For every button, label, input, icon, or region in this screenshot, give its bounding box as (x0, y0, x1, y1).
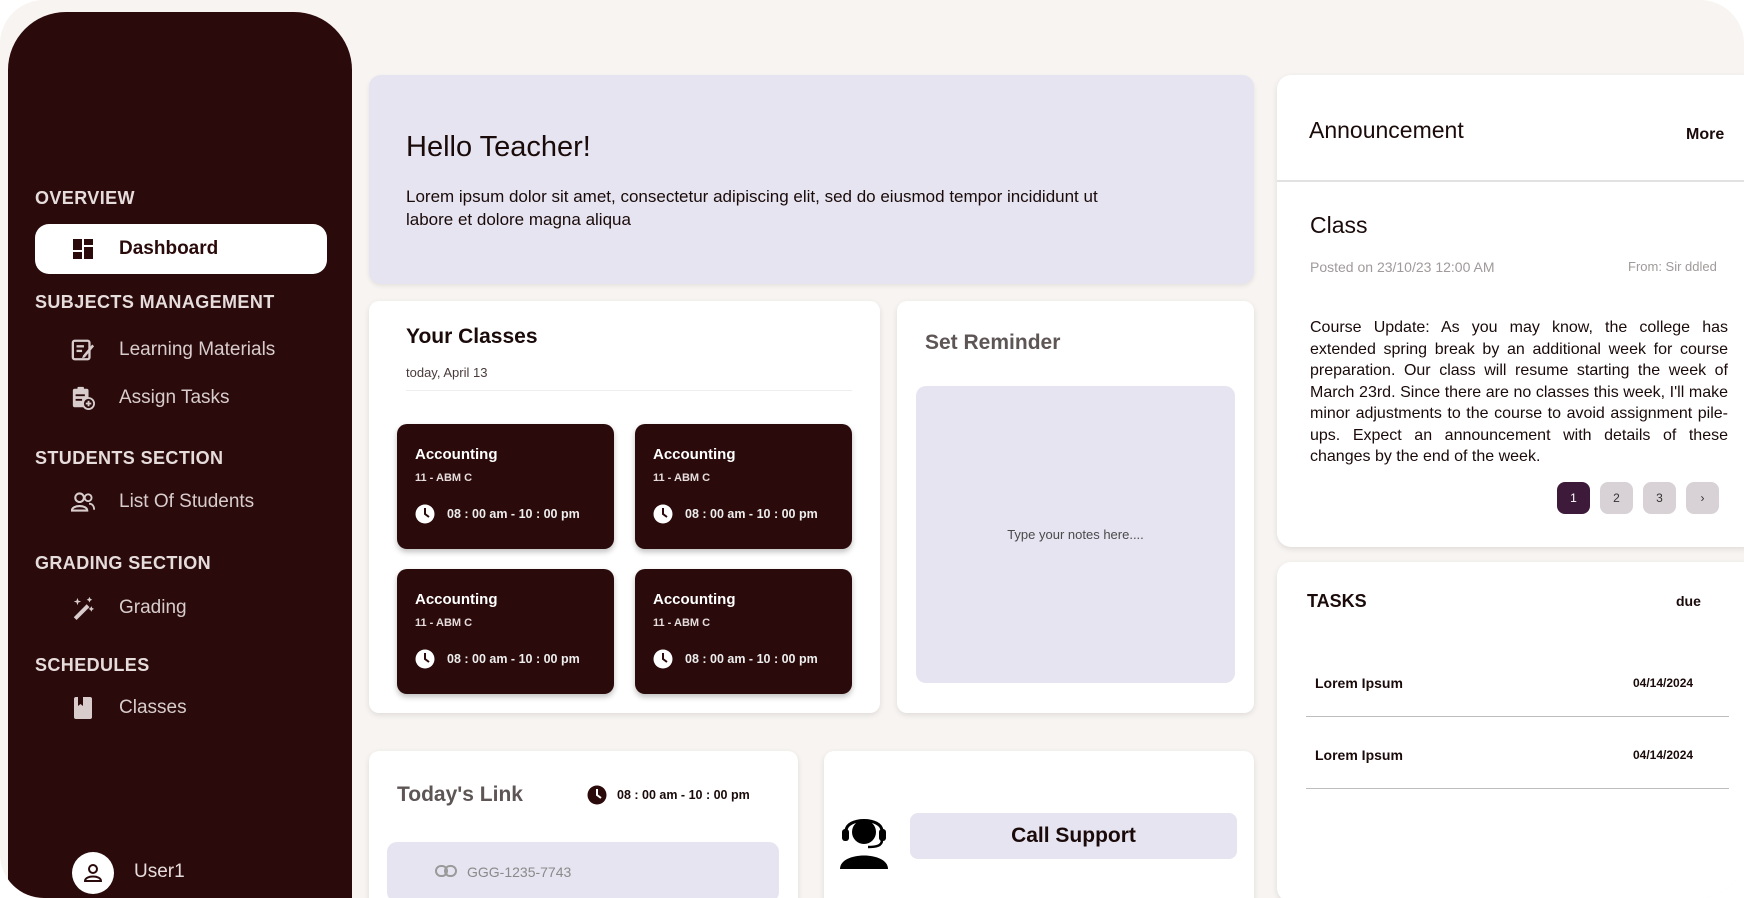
reminder-card: Set Reminder Type your notes here.... (897, 301, 1254, 713)
user-icon (83, 864, 103, 882)
headset-support-icon (840, 819, 888, 869)
call-support-button[interactable]: Call Support (910, 813, 1237, 859)
class-section: 11 - ABM C (415, 617, 473, 629)
sidebar-item-learning-materials[interactable]: Learning Materials (35, 325, 327, 375)
announcement-posted: Posted on 23/10/23 12:00 AM (1310, 259, 1495, 275)
class-name: Accounting (415, 591, 498, 608)
class-section: 11 - ABM C (653, 472, 711, 484)
app-frame: OVERVIEW Dashboard SUBJECTS MANAGEMENT L… (0, 0, 1744, 898)
divider (406, 390, 852, 391)
todays-link-card: Today's Link 08 : 00 am - 10 : 00 pm GGG… (369, 751, 798, 898)
class-card[interactable]: Accounting 11 - ABM C 08 : 00 am - 10 : … (397, 424, 614, 549)
section-subjects: SUBJECTS MANAGEMENT (35, 292, 275, 312)
welcome-title: Hello Teacher! (406, 131, 591, 163)
more-link[interactable]: More (1686, 126, 1724, 144)
section-grading: GRADING SECTION (35, 553, 212, 573)
welcome-text: Lorem ipsum dolor sit amet, consectetur … (406, 187, 1098, 229)
sidebar-item-label: Assign Tasks (119, 387, 230, 408)
link-icon (435, 865, 457, 877)
announcement-card: Announcement More Class Posted on 23/10/… (1277, 75, 1744, 547)
clock-icon (415, 649, 435, 669)
sidebar-item-list-of-students[interactable]: List Of Students (35, 477, 327, 527)
task-due: 04/14/2024 (1633, 748, 1694, 762)
book-icon (71, 696, 95, 720)
clock-icon (653, 649, 673, 669)
task-name: Lorem Ipsum (1315, 747, 1403, 763)
magic-wand-icon (71, 596, 95, 620)
meeting-link-field[interactable]: GGG-1235-7743 (387, 842, 779, 898)
clock-icon (653, 504, 673, 524)
page-button-2[interactable]: 2 (1600, 482, 1633, 514)
tasks-title: TASKS (1307, 591, 1367, 611)
task-name: Lorem Ipsum (1315, 675, 1403, 691)
announcement-from: From: Sir ddled (1628, 259, 1717, 274)
sidebar-item-label: Grading (119, 597, 187, 618)
dashboard-icon (71, 237, 95, 261)
welcome-banner: Hello Teacher! Lorem ipsum dolor sit ame… (369, 75, 1254, 284)
users-icon (71, 490, 95, 514)
class-card[interactable]: Accounting 11 - ABM C 08 : 00 am - 10 : … (635, 424, 852, 549)
task-row[interactable]: Lorem Ipsum 04/14/2024 (1306, 717, 1729, 789)
clock-icon (587, 785, 607, 805)
announcement-body: Course Update: As you may know, the coll… (1310, 319, 1728, 465)
edit-note-icon (71, 338, 95, 362)
sidebar: OVERVIEW Dashboard SUBJECTS MANAGEMENT L… (8, 12, 352, 898)
tasks-card: TASKS due Lorem Ipsum 04/14/2024 Lorem I… (1277, 562, 1744, 898)
section-overview: OVERVIEW (35, 188, 135, 208)
divider (1277, 180, 1744, 182)
clipboard-add-icon (71, 386, 95, 410)
class-time: 08 : 00 am - 10 : 00 pm (685, 507, 818, 521)
tasks-due-header: due (1676, 593, 1701, 609)
reminder-title: Set Reminder (925, 331, 1061, 354)
section-students: STUDENTS SECTION (35, 448, 224, 468)
sidebar-item-grading[interactable]: Grading (35, 583, 327, 633)
task-due: 04/14/2024 (1633, 676, 1694, 690)
your-classes-title: Your Classes (406, 325, 538, 348)
class-card[interactable]: Accounting 11 - ABM C 08 : 00 am - 10 : … (635, 569, 852, 694)
class-name: Accounting (653, 446, 736, 463)
class-time: 08 : 00 am - 10 : 00 pm (447, 652, 580, 666)
todays-link-time: 08 : 00 am - 10 : 00 pm (617, 788, 750, 802)
page-next-button[interactable]: › (1686, 482, 1719, 514)
support-card: Call Support (824, 751, 1254, 898)
task-row[interactable]: Lorem Ipsum 04/14/2024 (1306, 645, 1729, 717)
class-name: Accounting (415, 446, 498, 463)
page-button-3[interactable]: 3 (1643, 482, 1676, 514)
page-button-1[interactable]: 1 (1557, 482, 1590, 514)
class-section: 11 - ABM C (415, 472, 473, 484)
class-card[interactable]: Accounting 11 - ABM C 08 : 00 am - 10 : … (397, 569, 614, 694)
section-schedules: SCHEDULES (35, 655, 150, 675)
your-classes-card: Your Classes today, April 13 Accounting … (369, 301, 880, 713)
announcement-title: Announcement (1309, 117, 1464, 143)
reminder-notes-input[interactable]: Type your notes here.... (916, 386, 1235, 683)
sidebar-item-dashboard[interactable]: Dashboard (35, 224, 327, 274)
announcement-heading: Class (1310, 212, 1368, 238)
your-classes-date: today, April 13 (406, 365, 488, 380)
avatar[interactable] (72, 852, 114, 894)
sidebar-item-classes[interactable]: Classes (35, 683, 327, 733)
meeting-link-code: GGG-1235-7743 (467, 864, 572, 880)
class-time: 08 : 00 am - 10 : 00 pm (685, 652, 818, 666)
sidebar-item-assign-tasks[interactable]: Assign Tasks (35, 373, 327, 423)
sidebar-item-label: Dashboard (119, 238, 219, 259)
class-section: 11 - ABM C (653, 617, 711, 629)
sidebar-item-label: Learning Materials (119, 339, 276, 360)
user-name[interactable]: User1 (134, 861, 185, 883)
class-time: 08 : 00 am - 10 : 00 pm (447, 507, 580, 521)
class-name: Accounting (653, 591, 736, 608)
clock-icon (415, 504, 435, 524)
todays-link-title: Today's Link (397, 783, 523, 806)
sidebar-item-label: Classes (119, 697, 187, 718)
sidebar-item-label: List Of Students (119, 491, 255, 512)
